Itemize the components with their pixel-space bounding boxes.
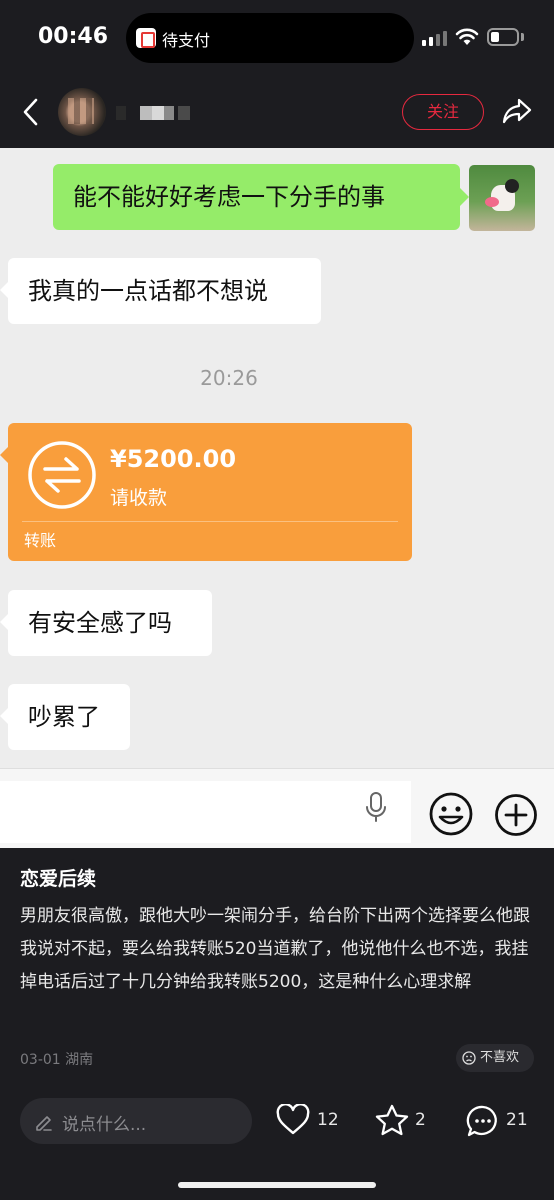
battery-icon <box>487 28 519 46</box>
chat-timestamp: 20:26 <box>200 366 258 390</box>
author-avatar[interactable] <box>58 88 106 136</box>
status-time: 00:46 <box>38 24 109 49</box>
transfer-card: ¥5200.00 请收款 转账 <box>0 423 412 561</box>
received-message-bubble: 吵累了 <box>0 684 130 750</box>
post-body-text: 男朋友很高傲，跟他大吵一架闹分手，给台阶下出两个选择要么他跟我说对不起，要么给我… <box>20 906 530 992</box>
home-indicator[interactable] <box>178 1182 376 1188</box>
my-message-bubble: 能不能好好考虑一下分手的事 <box>53 164 469 230</box>
favorite-button[interactable]: 2 <box>375 1104 426 1138</box>
transfer-type-label: 转账 <box>24 531 57 550</box>
post-date-location: 03-01 湖南 <box>20 1052 94 1068</box>
like-button[interactable]: 12 <box>276 1103 339 1138</box>
favorite-count: 2 <box>415 1110 426 1130</box>
status-bar: 00:46 待支付 <box>0 0 554 78</box>
post-content: 恋爱后续 男朋友很高傲，跟他大吵一架闹分手，给台阶下出两个选择要么他跟我说对不起… <box>0 848 554 1086</box>
chat-input-bar <box>0 768 554 848</box>
comment-input[interactable]: 说点什么... <box>20 1098 252 1144</box>
comment-button[interactable]: 21 <box>466 1104 528 1138</box>
share-icon[interactable] <box>502 97 532 125</box>
pencil-icon <box>36 1116 52 1131</box>
author-name-blurred[interactable] <box>116 106 192 120</box>
comment-placeholder: 说点什么... <box>62 1115 147 1135</box>
follow-button[interactable]: 关注 <box>402 94 484 130</box>
my-avatar-cat-image <box>469 165 535 231</box>
dislike-button[interactable]: 不喜欢 <box>456 1044 534 1072</box>
received-message-bubble: 有安全感了吗 <box>0 590 212 656</box>
received-message-bubble: 我真的一点话都不想说 <box>0 258 321 324</box>
like-count: 12 <box>317 1110 339 1130</box>
chat-screenshot: 能不能好好考虑一下分手的事 我真的一点话都不想说 20:26 ¥5200.00 … <box>0 148 554 848</box>
dynamic-island[interactable]: 待支付 <box>126 13 414 63</box>
cellular-signal-icon <box>422 30 448 46</box>
microphone-icon <box>366 792 386 822</box>
comment-bubble-icon <box>466 1105 497 1137</box>
transfer-amount: ¥5200.00 <box>110 445 237 473</box>
wifi-icon <box>455 28 479 45</box>
frown-icon <box>462 1051 476 1065</box>
post-title: 恋爱后续 <box>20 868 97 890</box>
plus-circle-icon <box>495 794 537 836</box>
transfer-status: 请收款 <box>110 487 168 509</box>
top-nav-bar: 关注 <box>0 78 554 148</box>
transfer-exchange-icon <box>28 441 96 509</box>
back-arrow-icon[interactable] <box>20 96 44 128</box>
emoji-icon <box>429 792 473 836</box>
star-icon <box>375 1104 409 1136</box>
comment-count: 21 <box>506 1110 528 1130</box>
pending-payment-app-icon <box>136 28 156 48</box>
dynamic-island-label: 待支付 <box>162 31 211 50</box>
heart-icon <box>276 1103 310 1135</box>
dislike-label: 不喜欢 <box>480 1050 520 1065</box>
chat-text-field <box>0 781 411 843</box>
bottom-action-bar: 说点什么... 12 2 21 <box>0 1086 554 1200</box>
